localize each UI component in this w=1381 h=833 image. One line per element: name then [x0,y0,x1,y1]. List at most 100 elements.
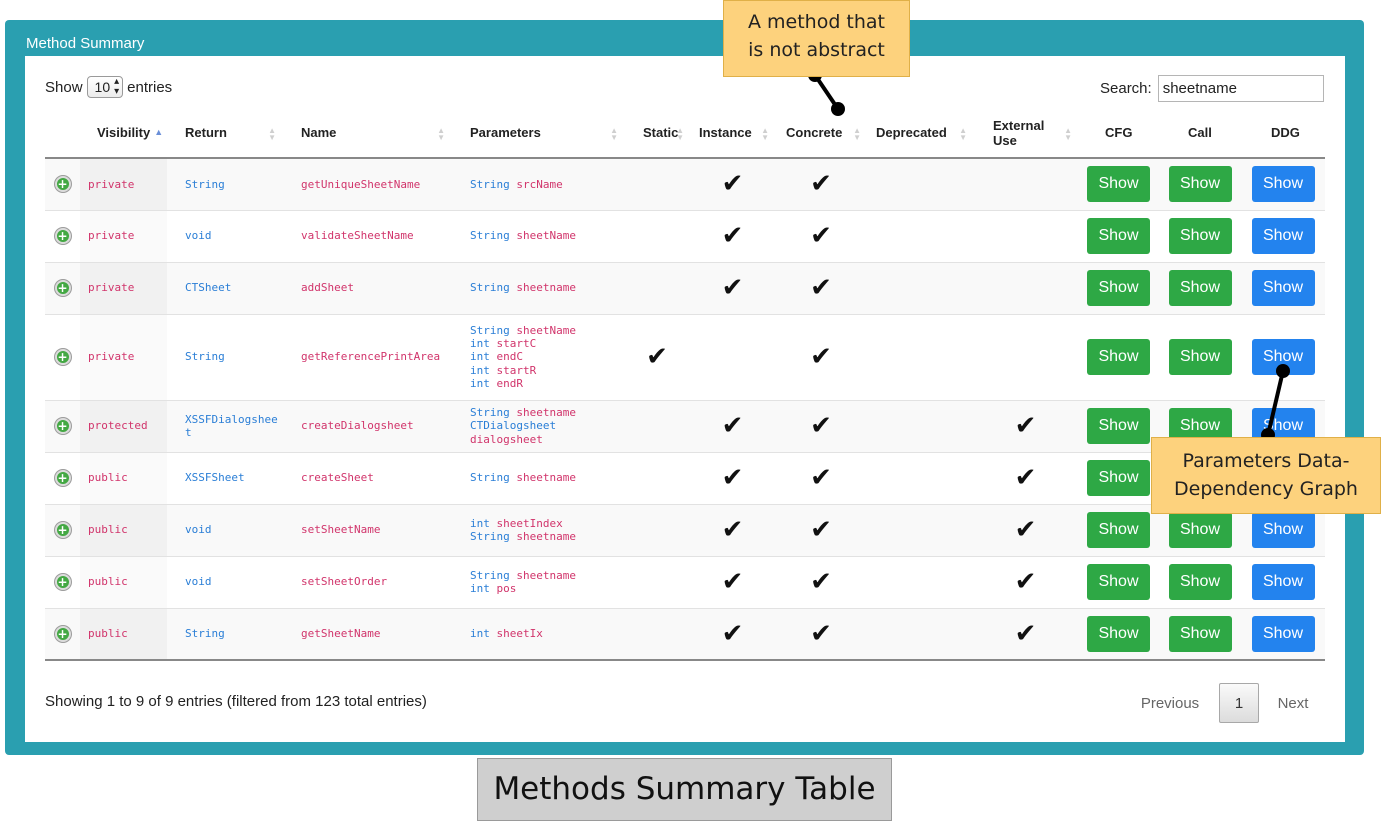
call-cell: Show [1159,210,1241,263]
sort-icon: ▲ ▼ [959,125,967,142]
search-input[interactable] [1157,75,1324,102]
instance-cell: ✔ [690,262,775,315]
show-cfg-button[interactable]: Show [1087,512,1150,548]
call-cell: Show [1159,314,1241,401]
check-icon: ✔ [1014,567,1037,597]
concrete-cell: ✔ [775,210,867,263]
expand-row-icon[interactable]: + [54,625,71,642]
show-cfg-button[interactable]: Show [1087,270,1150,306]
show-cfg-button[interactable]: Show [1087,564,1150,600]
show-cfg-button[interactable]: Show [1087,166,1150,203]
show-cfg-button[interactable]: Show [1087,615,1150,652]
static-cell [624,452,690,505]
show-call-button[interactable]: Show [1168,339,1232,375]
previous-page-button[interactable]: Previous [1130,695,1210,712]
col-static[interactable]: Static ▲ ▼ [624,110,690,159]
show-cfg-button[interactable]: Show [1087,460,1150,496]
expand-row-icon[interactable]: + [54,522,71,538]
show-call-button[interactable]: Show [1168,166,1232,203]
expand-row-icon[interactable]: + [54,349,71,365]
return-cell: CTSheet [167,262,282,315]
name-cell: getReferencePrintArea [282,314,451,401]
parameter: int pos [470,582,517,595]
check-icon: ✔ [1014,515,1037,545]
parameter: int sheetIndex [470,516,563,530]
check-icon: ✔ [721,273,744,303]
parameter: CTDialogsheet dialogsheet [470,419,557,446]
col-return[interactable]: Return ▲ ▼ [167,110,282,159]
cfg-cell: Show [1078,210,1159,263]
show-call-button[interactable]: Show [1168,512,1232,548]
show-ddg-button[interactable]: Show [1251,270,1315,306]
expand-row-icon[interactable]: + [54,574,71,590]
cfg-cell: Show [1078,314,1159,401]
col-parameters[interactable]: Parameters ▲ ▼ [451,110,624,159]
ddg-cell: Show [1241,556,1325,609]
check-icon: ✔ [646,342,668,372]
show-ddg-button[interactable]: Show [1251,339,1315,375]
check-icon: ✔ [810,221,832,251]
deprecated-cell [867,262,973,315]
deprecated-cell [867,504,973,557]
concrete-cell: ✔ [775,608,867,661]
table-row: + public void setSheetOrder String sheetname… [45,556,1325,609]
col-name[interactable]: Name ▲ ▼ [282,110,451,159]
show-cfg-button[interactable]: Show [1087,218,1150,254]
show-ddg-button[interactable]: Show [1251,564,1315,600]
check-icon: ✔ [1014,411,1037,441]
expand-row-icon[interactable]: + [54,280,71,296]
col-instance[interactable]: Instance ▲ ▼ [690,110,775,159]
check-icon: ✔ [721,169,744,200]
name-cell: getSheetName [282,608,451,661]
parameters-cell: String sheetname CTDialogsheet dialogshee… [451,400,624,453]
expand-cell: + [45,262,80,315]
check-icon: ✔ [810,169,832,200]
call-cell: Show [1159,608,1241,661]
expand-row-icon[interactable]: + [54,470,71,486]
external-use-cell [973,158,1078,211]
check-icon: ✔ [1014,463,1037,493]
show-ddg-button[interactable]: Show [1251,512,1315,548]
expand-cell: + [45,210,80,263]
show-ddg-button[interactable]: Show [1251,218,1315,254]
show-call-button[interactable]: Show [1168,564,1232,600]
parameters-cell: String sheetName int startC int endC int st… [451,314,624,401]
expand-row-icon[interactable]: + [54,418,71,434]
page-1-button[interactable]: 1 [1219,683,1259,723]
table-row: + private CTSheet addSheet String sheetname ✔… [45,262,1325,315]
show-call-button[interactable]: Show [1168,615,1232,652]
sort-icon: ▲ ▼ [610,125,618,142]
concrete-cell: ✔ [775,556,867,609]
expand-row-icon[interactable]: + [54,228,71,244]
col-deprecated[interactable]: Deprecated ▲ ▼ [867,110,973,159]
show-ddg-button[interactable]: Show [1251,166,1315,203]
col-external-use[interactable]: External Use ▲ ▼ [973,110,1078,159]
static-cell [624,210,690,263]
expand-row-icon[interactable]: + [54,176,71,193]
show-call-button[interactable]: Show [1168,270,1232,306]
ddg-callout: Parameters Data- Dependency Graph [1151,437,1381,514]
show-ddg-button[interactable]: Show [1251,615,1315,652]
panel-title: Method Summary [26,35,145,52]
cfg-cell: Show [1078,608,1159,661]
external-use-cell [973,262,1078,315]
col-call: Call [1159,110,1241,159]
parameters-cell: int sheetIndex String sheetname [451,504,624,557]
col-concrete[interactable]: Concrete ▲ ▼ [775,110,867,159]
table-row: + private void validateSheetName String shee… [45,210,1325,263]
next-page-button[interactable]: Next [1263,695,1323,712]
page-length-control: Show 10 ▴ ▾ entries [45,76,172,98]
return-cell: void [167,210,282,263]
expand-cell: + [45,452,80,505]
sort-ascending-icon: ▲ [154,127,164,138]
check-icon: ✔ [721,567,744,597]
call-cell: Show [1159,158,1241,211]
show-cfg-button[interactable]: Show [1087,339,1150,375]
static-cell [624,158,690,211]
col-visibility[interactable]: Visibility ▲ [80,110,167,159]
ddg-cell: Show [1241,314,1325,401]
parameter: String srcName [470,177,563,191]
show-call-button[interactable]: Show [1168,218,1232,254]
show-cfg-button[interactable]: Show [1087,408,1150,444]
page-length-select[interactable]: 10 ▴ ▾ [86,76,124,98]
